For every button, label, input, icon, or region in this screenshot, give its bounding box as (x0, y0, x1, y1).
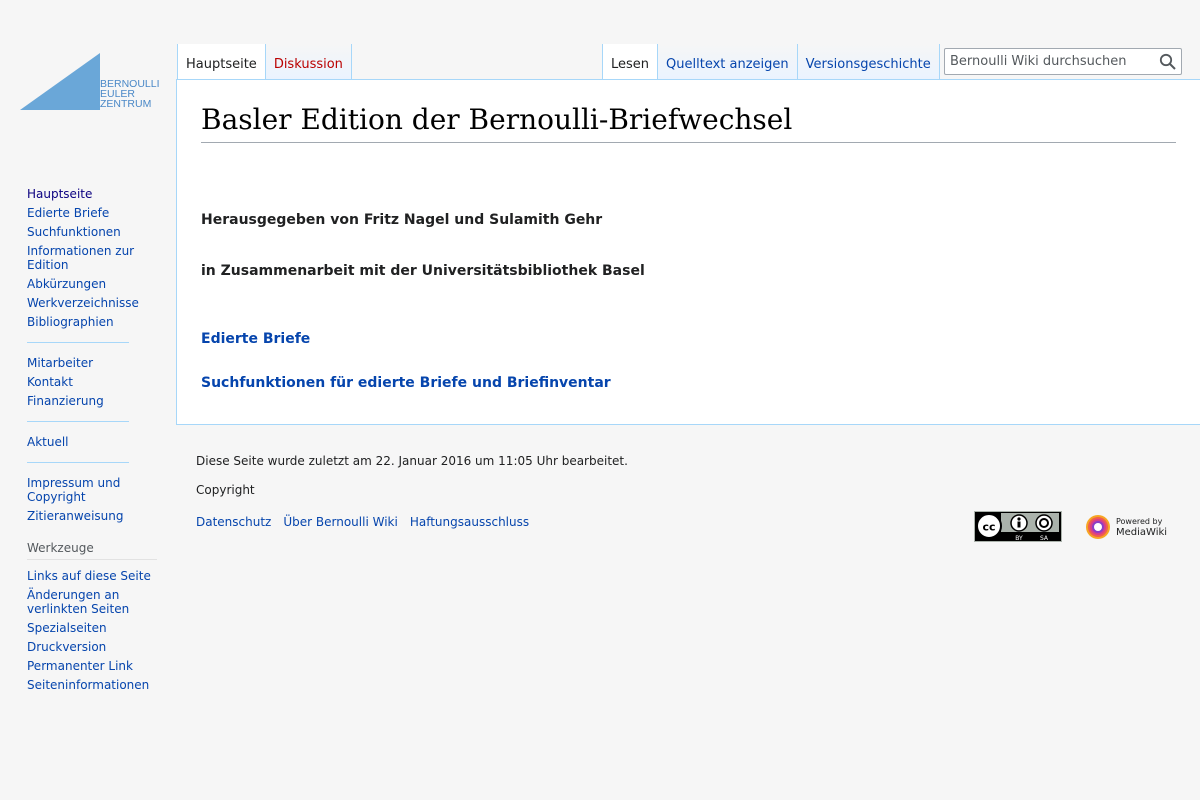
sidebar-item-spezialseiten[interactable]: Spezialseiten (27, 620, 167, 639)
sidebar-group-3: Aktuell (27, 434, 167, 453)
footer-links: Datenschutz Über Bernoulli Wiki Haftungs… (196, 515, 529, 529)
tab-hauptseite[interactable]: Hauptseite (177, 44, 266, 80)
page-title: Basler Edition der Bernoulli-Briefwechse… (201, 102, 1176, 143)
tab-diskussion[interactable]: Diskussion (265, 44, 352, 80)
sidebar-item-aktuell[interactable]: Aktuell (27, 434, 167, 453)
sidebar-tools: Links auf diese Seite Änderungen an verl… (27, 568, 167, 696)
sidebar-item-edierte-briefe[interactable]: Edierte Briefe (27, 205, 167, 224)
sidebar-item-informationen[interactable]: Informationen zur Edition (27, 243, 167, 276)
search-icon[interactable] (1159, 53, 1177, 71)
sidebar-item-permanenter-link[interactable]: Permanenter Link (27, 658, 167, 677)
sidebar-divider (27, 342, 129, 343)
view-tabs: Lesen Quelltext anzeigen Versionsgeschic… (602, 44, 940, 80)
sidebar-item-hauptseite[interactable]: Hauptseite (27, 186, 167, 205)
search-box (944, 48, 1182, 75)
sidebar-item-links-auf-diese-seite[interactable]: Links auf diese Seite (27, 568, 167, 587)
sidebar-divider (27, 462, 129, 463)
sidebar-item-kontakt[interactable]: Kontakt (27, 374, 167, 393)
site-logo[interactable]: BERNOULLI EULER ZENTRUM (20, 50, 160, 114)
cc-by-sa-badge[interactable]: cc BY SA (974, 511, 1062, 542)
sidebar-heading-werkzeuge: Werkzeuge (27, 541, 157, 560)
footer-lastmod: Diese Seite wurde zuletzt am 22. Januar … (196, 454, 628, 468)
cc-text: cc (982, 521, 995, 534)
editors-text: Herausgegeben von Fritz Nagel und Sulami… (201, 212, 603, 228)
sidebar-item-mitarbeiter[interactable]: Mitarbeiter (27, 355, 167, 374)
mw-badge-line1: Powered by (1116, 517, 1163, 526)
mw-badge-line2: MediaWiki (1116, 527, 1167, 538)
sidebar-group-2: Mitarbeiter Kontakt Finanzierung (27, 355, 167, 412)
footer-copyright: Copyright (196, 483, 255, 497)
search-input[interactable] (945, 49, 1160, 74)
footer-link-ueber[interactable]: Über Bernoulli Wiki (283, 515, 397, 529)
tab-quelltext[interactable]: Quelltext anzeigen (658, 44, 798, 80)
sidebar-item-suchfunktionen[interactable]: Suchfunktionen (27, 224, 167, 243)
sidebar-divider (27, 421, 129, 422)
sidebar-item-seiteninformationen[interactable]: Seiteninformationen (27, 677, 167, 696)
sidebar-item-zitieranweisung[interactable]: Zitieranweisung (27, 508, 167, 527)
namespace-tabs: Hauptseite Diskussion (177, 44, 352, 80)
link-edierte-briefe[interactable]: Edierte Briefe (201, 331, 310, 347)
tab-lesen[interactable]: Lesen (602, 44, 659, 80)
sidebar-item-abkuerzungen[interactable]: Abkürzungen (27, 276, 167, 295)
logo-text-3: ZENTRUM (100, 98, 151, 110)
sidebar-item-druckversion[interactable]: Druckversion (27, 639, 167, 658)
cc-sa-text: SA (1040, 535, 1049, 542)
sidebar-item-werkverzeichnisse[interactable]: Werkverzeichnisse (27, 295, 167, 314)
sidebar-item-bibliographien[interactable]: Bibliographien (27, 314, 167, 333)
footer-link-haftungsausschluss[interactable]: Haftungsausschluss (410, 515, 529, 529)
tab-versionsgeschichte[interactable]: Versionsgeschichte (797, 44, 940, 80)
footer-link-datenschutz[interactable]: Datenschutz (196, 515, 271, 529)
cooperation-text: in Zusammenarbeit mit der Universitätsbi… (201, 263, 645, 279)
sidebar-group-4: Impressum und Copyright Zitieranweisung (27, 475, 167, 527)
link-suchfunktionen[interactable]: Suchfunktionen für edierte Briefe und Br… (201, 375, 611, 391)
sidebar-item-aenderungen[interactable]: Änderungen an verlinkten Seiten (27, 587, 167, 620)
cc-by-text: BY (1015, 535, 1023, 542)
content-area: Basler Edition der Bernoulli-Briefwechse… (176, 79, 1200, 425)
sidebar-nav: Hauptseite Edierte Briefe Suchfunktionen… (27, 186, 167, 333)
sidebar-item-finanzierung[interactable]: Finanzierung (27, 393, 167, 412)
sidebar: Hauptseite Edierte Briefe Suchfunktionen… (27, 186, 167, 696)
logo-triangle (20, 53, 100, 110)
powered-by-mediawiki-badge[interactable]: Powered by MediaWiki (1082, 511, 1174, 542)
sidebar-item-impressum[interactable]: Impressum und Copyright (27, 475, 167, 508)
